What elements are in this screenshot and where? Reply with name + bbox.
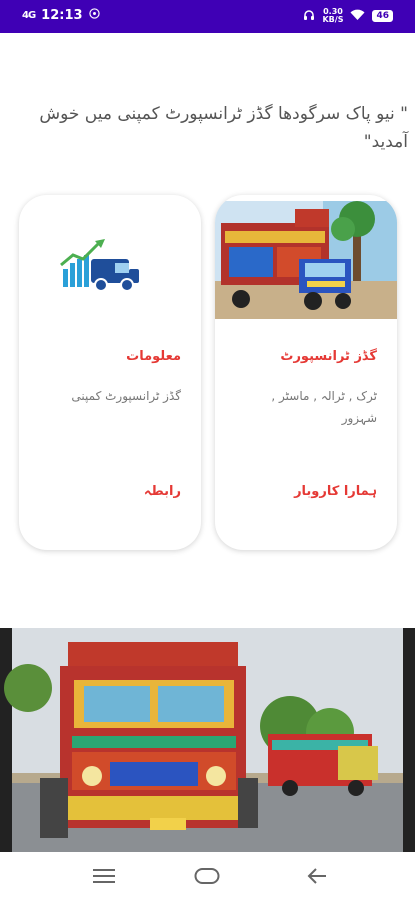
card-title: معلومات <box>126 349 181 364</box>
card-description: ٹرک , ٹرالہ , ماسٹر , شہزور <box>271 389 377 425</box>
truck-banner-image <box>0 628 415 852</box>
home-button[interactable] <box>192 864 222 888</box>
network-speed: 0.30 KB/S <box>322 8 343 24</box>
services-card[interactable]: گڈز ٹرانسپورٹ ٹرک , ٹرالہ , ماسٹر , شہزو… <box>215 195 397 550</box>
info-card[interactable]: معلومات گڈز ٹرانسپورٹ کمپنی رابطہ <box>19 195 201 550</box>
back-arrow-icon <box>307 868 326 884</box>
status-left: 4G 12:13 <box>22 8 100 23</box>
system-navigation-bar <box>0 852 415 900</box>
card-title: گڈز ٹرانسپورٹ <box>280 349 377 364</box>
status-bar: 4G 12:13 0.30 KB/S 46 <box>0 0 415 33</box>
contact-link[interactable]: رابطہ <box>144 484 181 499</box>
whatsapp-icon <box>88 8 100 23</box>
status-right: 0.30 KB/S 46 <box>303 8 393 24</box>
welcome-heading: " نیو پاک سرگودھا گڈز ٹرانسپورٹ کمپنی می… <box>39 104 408 152</box>
battery-indicator: 46 <box>372 10 393 22</box>
card-description: گڈز ٹرانسپورٹ کمپنی <box>71 389 181 403</box>
truck-growth-logo-icon <box>60 239 139 292</box>
back-button[interactable] <box>302 864 332 888</box>
home-icon <box>194 868 220 884</box>
decorated-truck-photo <box>215 201 397 319</box>
wifi-icon <box>350 9 365 24</box>
network-speed-unit: KB/S <box>322 15 344 24</box>
signal-icon: 4G <box>22 10 36 21</box>
menu-icon <box>93 869 115 883</box>
clock: 12:13 <box>41 8 83 23</box>
recent-apps-button[interactable] <box>89 864 119 888</box>
headphones-icon <box>303 9 315 24</box>
our-business-link[interactable]: ہمارا کاروبار <box>294 484 377 499</box>
